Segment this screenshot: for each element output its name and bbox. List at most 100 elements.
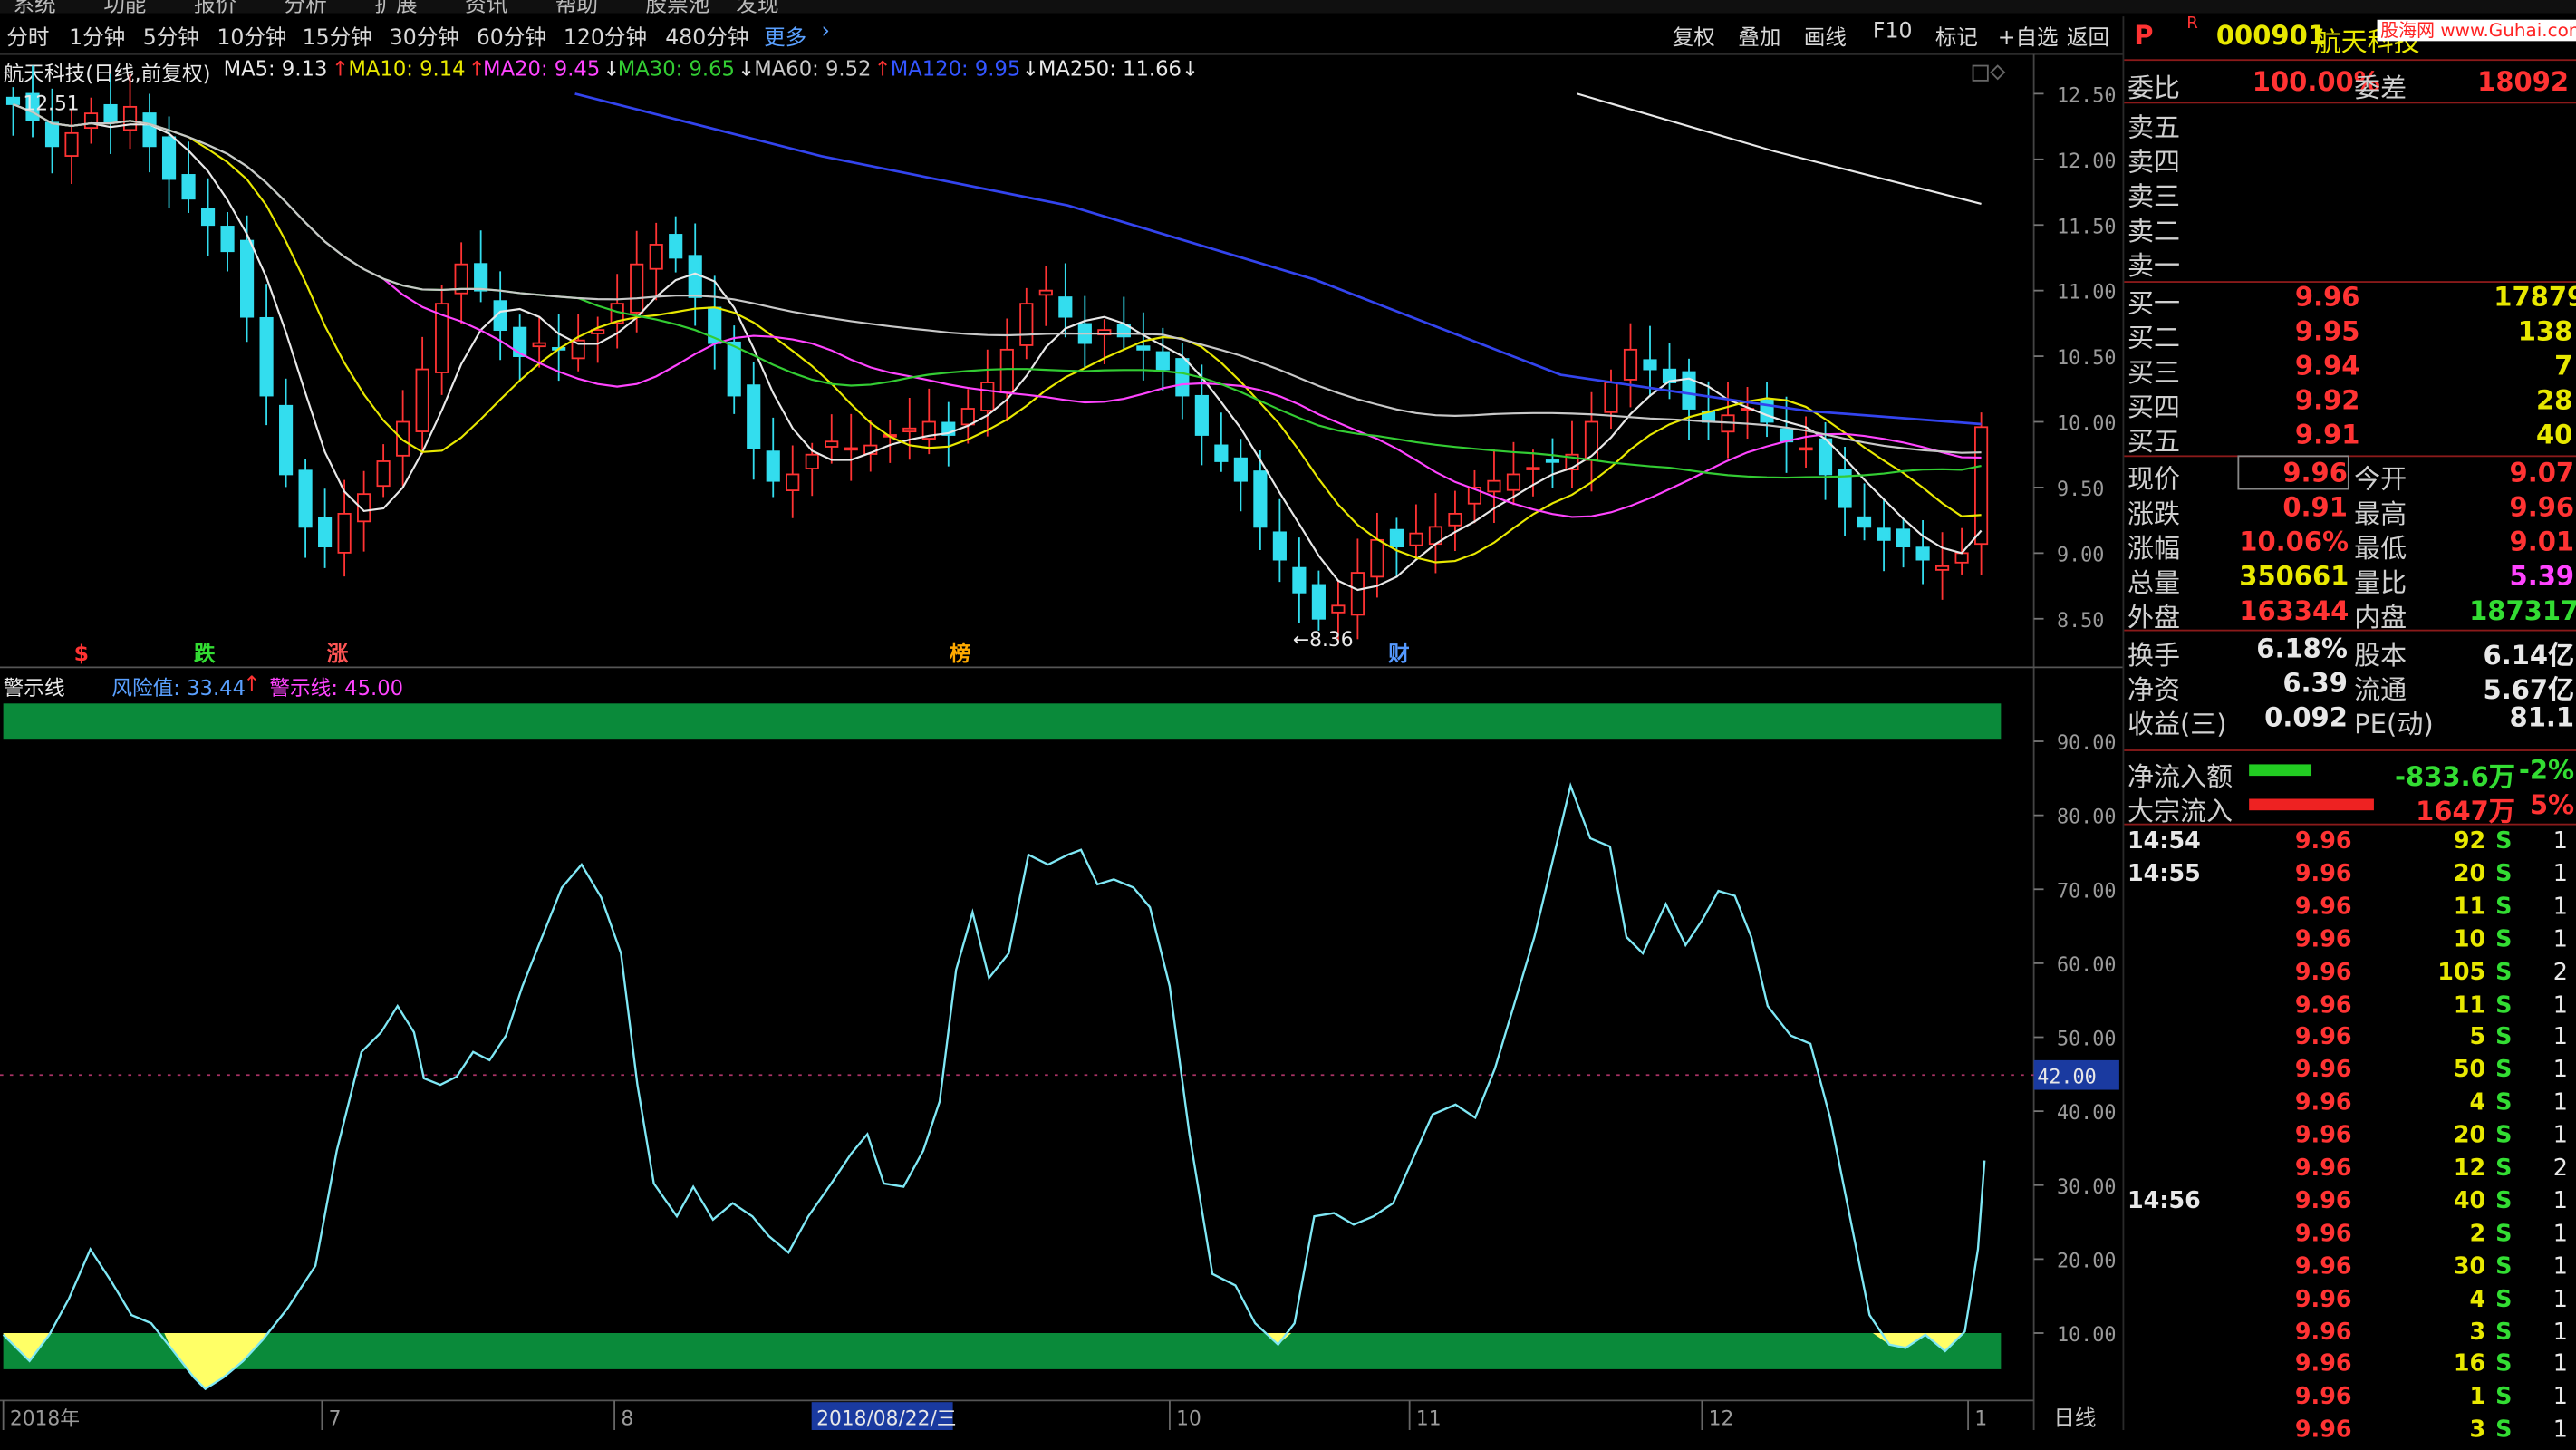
tick-side: S [2495, 1188, 2513, 1215]
tick-price: 9.96 [2294, 894, 2352, 921]
ind-axis-label: 60.00 [2057, 954, 2116, 977]
tick-side: S [2495, 959, 2513, 986]
tick-volume: 40 [2453, 1188, 2486, 1215]
event-marker[interactable]: 榜 [950, 641, 971, 666]
bid-label: 买二 [2127, 322, 2181, 353]
candle [83, 97, 99, 144]
candle [1077, 295, 1092, 368]
price-axis-label: 12.50 [2057, 84, 2116, 107]
candle [1409, 504, 1423, 559]
candle [1545, 438, 1560, 488]
high-price-label: 12.51 [23, 93, 79, 116]
candle [259, 284, 274, 426]
tick-volume: 16 [2453, 1351, 2486, 1378]
tick-side: S [2495, 1089, 2513, 1116]
stat-value: 9.96 [2237, 455, 2349, 490]
candle [1935, 532, 1950, 600]
candle [825, 414, 839, 464]
tick-volume: 12 [2453, 1155, 2486, 1183]
candle [1214, 412, 1229, 472]
tick-price: 9.96 [2294, 1416, 2352, 1444]
tick-side: S [2495, 926, 2513, 953]
tick-volume: 3 [2469, 1319, 2486, 1346]
date-axis-label: 12 [1709, 1408, 1734, 1430]
tick-side: S [2495, 1351, 2513, 1378]
ask-label: 卖五 [2127, 111, 2181, 143]
stat-value: 9.96 [2509, 491, 2575, 523]
flow-pct: -2% [2518, 754, 2575, 786]
tick-side: S [2495, 1253, 2513, 1281]
event-marker[interactable]: 跌 [194, 641, 216, 666]
tick-price: 9.96 [2294, 1188, 2352, 1215]
tick-side: S [2495, 1024, 2513, 1051]
ind-axis-label: 50.00 [2057, 1029, 2116, 1051]
fund-label: 换手 [2127, 639, 2181, 672]
fundamental-row: 换手 6.18% 股本 6.14亿 [2124, 633, 2576, 671]
tick-volume: 4 [2469, 1089, 2486, 1116]
tick-volume: 30 [2453, 1253, 2486, 1281]
tick-count: 1 [2552, 926, 2568, 953]
candle [1623, 323, 1638, 408]
divider [2124, 59, 2576, 62]
stat-label: 总量 [2127, 566, 2181, 599]
candle [142, 93, 157, 173]
bid-price: 9.95 [2294, 315, 2360, 347]
flow-value: -833.6万 [2395, 760, 2515, 793]
bid-price: 9.96 [2294, 281, 2360, 313]
window-icon[interactable] [1972, 64, 1989, 82]
price-axis-label: 12.00 [2057, 150, 2116, 173]
stat-value: 5.39 [2509, 560, 2575, 592]
stat-value: 163344 [2239, 594, 2349, 627]
tick-row: 9.96 12 S 2 [2124, 1155, 2576, 1188]
candle [766, 417, 780, 498]
stat-label: 今开 [2354, 463, 2407, 495]
flow-value: 1647万 [2416, 795, 2515, 827]
candle [1857, 483, 1872, 541]
candle [1565, 420, 1579, 488]
tick-price: 9.96 [2294, 959, 2352, 986]
event-marker[interactable]: 财 [1388, 641, 1410, 666]
weicha-label: 委差 [2354, 72, 2407, 104]
tick-price: 9.96 [2294, 926, 2352, 953]
tick-side: S [2495, 828, 2513, 856]
candle [396, 390, 410, 487]
bid-label: 买四 [2127, 391, 2181, 423]
candle [122, 73, 138, 150]
flow-bar [2249, 764, 2312, 777]
ask-label: 卖三 [2127, 180, 2181, 212]
tick-count: 1 [2552, 1416, 2568, 1444]
tick-volume: 105 [2437, 959, 2486, 986]
divider [2124, 629, 2576, 632]
tick-price: 9.96 [2294, 1286, 2352, 1313]
tick-count: 1 [2552, 828, 2568, 856]
event-marker[interactable]: 涨 [327, 641, 349, 666]
warn-line-label: 警示线: 45.00 [269, 675, 404, 701]
diamond-icon[interactable] [1990, 64, 2006, 81]
candle [474, 230, 488, 303]
event-marker[interactable]: $ [74, 641, 89, 666]
tick-row: 9.96 5 S 1 [2124, 1025, 2576, 1058]
period-label[interactable]: 日线 [2053, 1406, 2096, 1430]
candle [1448, 490, 1462, 551]
candle [591, 316, 605, 363]
tick-side: S [2495, 894, 2513, 921]
ask-row: 卖五 [2124, 105, 2576, 142]
bid-label: 买一 [2127, 287, 2181, 319]
bid-volume: 40 [2535, 419, 2573, 450]
tick-side: S [2495, 991, 2513, 1019]
tick-row: 9.96 3 S 1 [2124, 1320, 2576, 1352]
price-axis-label: 11.50 [2057, 216, 2116, 238]
ind-axis-label: 20.00 [2057, 1250, 2116, 1272]
chart-canvas[interactable]: 12.50 12.00 11.50 11.00 10.50 10.00 9.50 9.00 8.… [0, 0, 2123, 1431]
weibi-label: 委比 [2127, 72, 2181, 104]
bid-volume: 7 [2554, 350, 2573, 382]
tick-count: 1 [2552, 1057, 2568, 1084]
tick-time: 14:54 [2127, 828, 2201, 856]
candle [1526, 450, 1540, 497]
tick-price: 9.96 [2294, 1253, 2352, 1281]
flow-bar [2249, 798, 2374, 811]
fundamental-row: 净资 6.39 流通 5.67亿 [2124, 667, 2576, 705]
watermark: 股海网 www.Guhai.com.cn [2377, 19, 2576, 42]
fundamental-row: 收益(三) 0.092 PE(动) 81.1 [2124, 701, 2576, 740]
candle [708, 276, 722, 370]
